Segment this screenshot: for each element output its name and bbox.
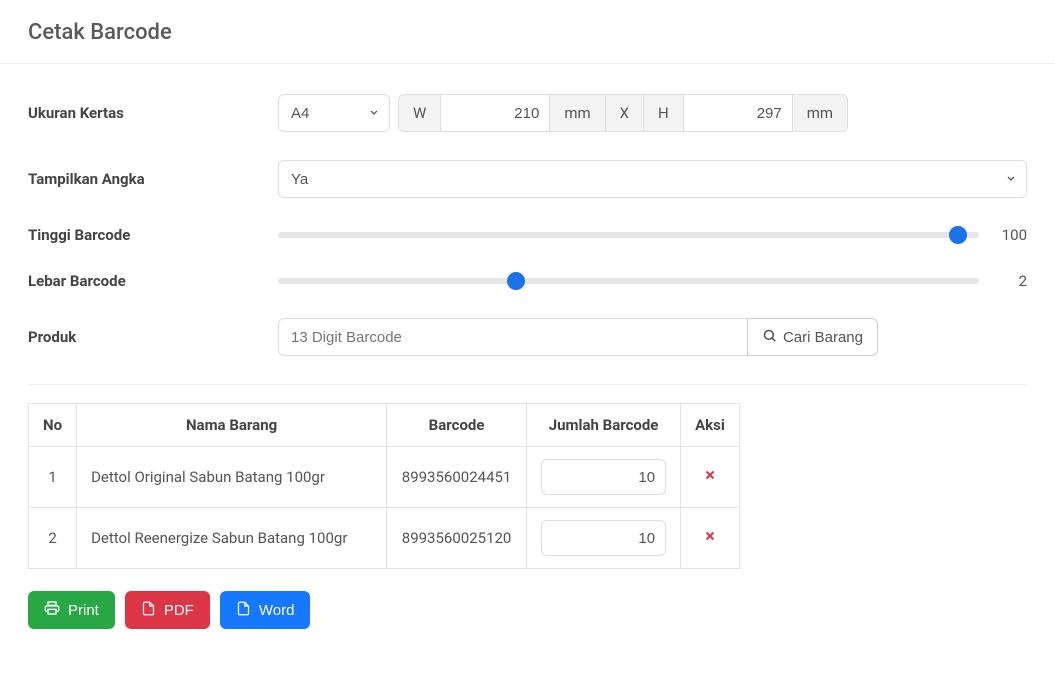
cell-barcode: 8993560025120 — [387, 508, 527, 569]
width-input-wrap — [440, 94, 550, 132]
cell-nama: Dettol Original Sabun Batang 100gr — [77, 447, 387, 508]
divider — [28, 384, 1027, 385]
lebar-value: 2 — [997, 272, 1027, 290]
tampilkan-select[interactable]: Ya — [278, 160, 1027, 198]
tinggi-value: 100 — [997, 226, 1027, 244]
tinggi-slider[interactable] — [278, 232, 979, 238]
print-label: Print — [68, 602, 99, 619]
th-jumlah: Jumlah Barcode — [527, 404, 681, 447]
pdf-icon — [141, 601, 156, 620]
action-buttons: Print PDF Word — [28, 591, 1027, 629]
tinggi-slider-thumb[interactable] — [949, 226, 967, 244]
lebar-slider-wrap: 2 — [278, 272, 1027, 290]
th-aksi: Aksi — [681, 404, 740, 447]
produk-input[interactable] — [278, 318, 747, 356]
th-nama: Nama Barang — [77, 404, 387, 447]
w-addon: W — [398, 94, 441, 132]
row-produk: Produk Cari Barang — [28, 318, 1027, 356]
cell-no: 2 — [29, 508, 77, 569]
word-label: Word — [259, 602, 295, 619]
th-barcode: Barcode — [387, 404, 527, 447]
label-ukuran-kertas: Ukuran Kertas — [28, 104, 278, 122]
label-lebar-barcode: Lebar Barcode — [28, 272, 278, 290]
print-button[interactable]: Print — [28, 591, 115, 629]
mm-addon-1: mm — [549, 94, 605, 132]
row-lebar-barcode: Lebar Barcode 2 — [28, 272, 1027, 290]
cari-barang-label: Cari Barang — [783, 329, 863, 346]
h-addon: H — [643, 94, 684, 132]
delete-button[interactable] — [703, 468, 717, 482]
cell-barcode: 8993560024451 — [387, 447, 527, 508]
label-tampilkan-angka: Tampilkan Angka — [28, 170, 278, 188]
lebar-slider-thumb[interactable] — [507, 272, 525, 290]
height-input[interactable] — [694, 105, 782, 122]
barcode-table: No Nama Barang Barcode Jumlah Barcode Ak… — [28, 403, 740, 569]
produk-controls: Cari Barang — [278, 318, 878, 356]
x-addon: X — [605, 94, 644, 132]
paper-select[interactable]: A4 — [278, 94, 390, 132]
word-icon — [236, 601, 251, 620]
word-button[interactable]: Word — [220, 591, 311, 629]
cari-barang-button[interactable]: Cari Barang — [747, 318, 878, 356]
row-tinggi-barcode: Tinggi Barcode 100 — [28, 226, 1027, 244]
cell-aksi — [681, 447, 740, 508]
pdf-button[interactable]: PDF — [125, 591, 210, 629]
tampilkan-controls: Ya — [278, 160, 1027, 198]
row-ukuran-kertas: Ukuran Kertas A4 W mm X H — [28, 94, 1027, 132]
tampilkan-select-wrap: Ya — [278, 160, 1027, 198]
page-header: Cetak Barcode — [0, 0, 1055, 64]
dimensions-group: W mm X H mm — [398, 94, 848, 132]
label-produk: Produk — [28, 328, 278, 346]
cell-no: 1 — [29, 447, 77, 508]
label-tinggi-barcode: Tinggi Barcode — [28, 226, 278, 244]
mm-addon-2: mm — [792, 94, 848, 132]
table-row: 2Dettol Reenergize Sabun Batang 100gr899… — [29, 508, 740, 569]
lebar-slider[interactable] — [278, 278, 979, 284]
tinggi-slider-wrap: 100 — [278, 226, 1027, 244]
table-row: 1Dettol Original Sabun Batang 100gr89935… — [29, 447, 740, 508]
jumlah-input[interactable] — [541, 459, 666, 495]
page-title: Cetak Barcode — [28, 20, 1027, 45]
delete-button[interactable] — [703, 529, 717, 543]
height-input-wrap — [683, 94, 793, 132]
cell-jumlah — [527, 508, 681, 569]
width-input[interactable] — [451, 105, 539, 122]
ukuran-controls: A4 W mm X H mm — [278, 94, 1027, 132]
print-icon — [44, 600, 60, 620]
pdf-label: PDF — [164, 602, 194, 619]
table-header-row: No Nama Barang Barcode Jumlah Barcode Ak… — [29, 404, 740, 447]
cell-jumlah — [527, 447, 681, 508]
cell-aksi — [681, 508, 740, 569]
cell-nama: Dettol Reenergize Sabun Batang 100gr — [77, 508, 387, 569]
th-no: No — [29, 404, 77, 447]
paper-select-wrap: A4 — [278, 94, 390, 132]
row-tampilkan-angka: Tampilkan Angka Ya — [28, 160, 1027, 198]
jumlah-input[interactable] — [541, 520, 666, 556]
main-content: Ukuran Kertas A4 W mm X H — [0, 64, 1055, 649]
search-icon — [762, 328, 777, 347]
